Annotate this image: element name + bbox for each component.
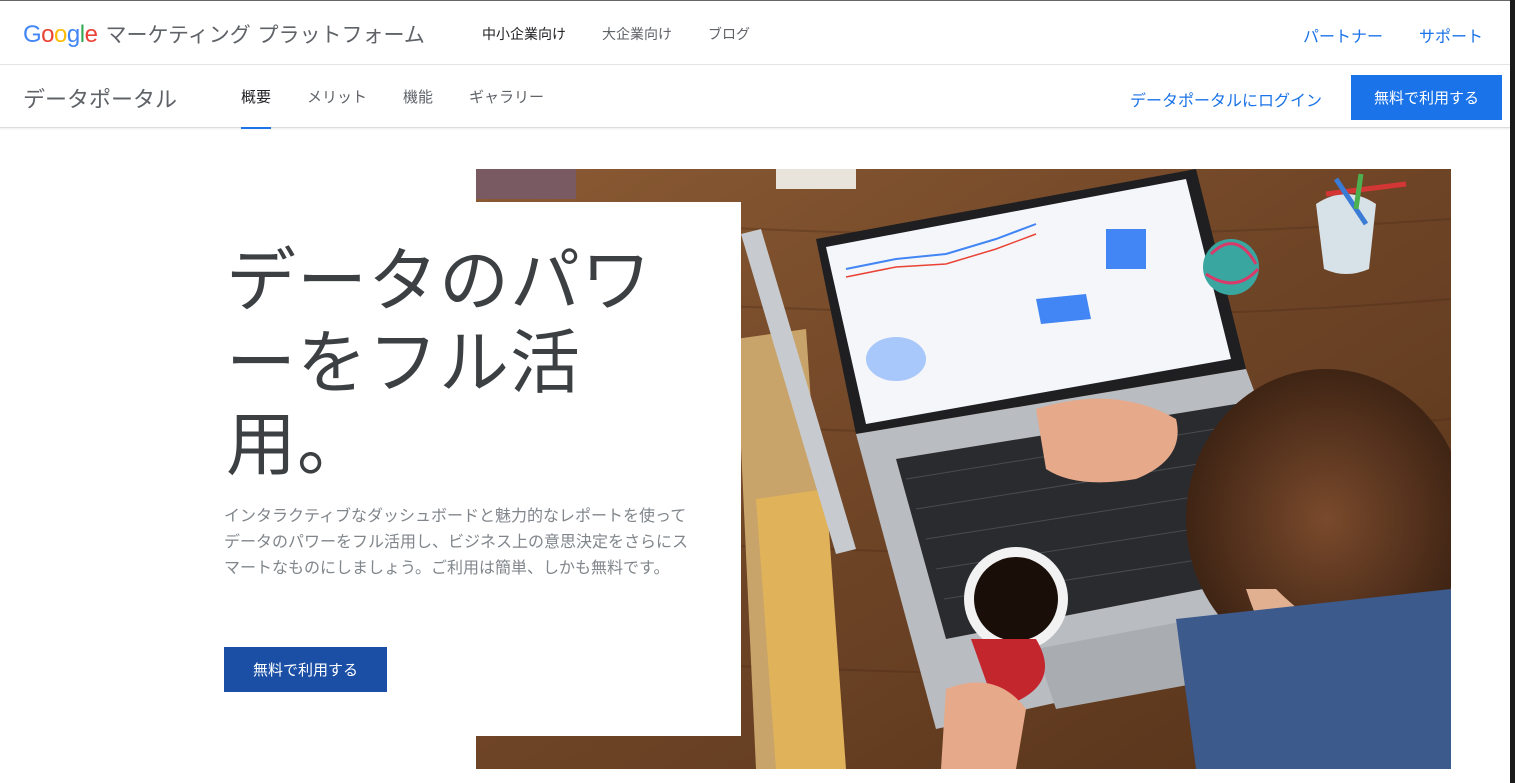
google-marketing-platform-logo[interactable]: Google マーケティング プラットフォーム	[23, 19, 425, 49]
hero-description: インタラクティブなダッシュボードと魅力的なレポートを使ってデータのパワーをフル活…	[224, 506, 689, 577]
tab-benefits[interactable]: メリット	[307, 66, 367, 128]
start-free-button[interactable]: 無料で利用する	[1351, 75, 1502, 120]
partners-link[interactable]: パートナー	[1303, 23, 1383, 47]
top-nav: 中小企業向け 大企業向け ブログ	[482, 24, 750, 44]
top-right-links: パートナー サポート	[1303, 23, 1483, 47]
product-name[interactable]: データポータル	[23, 82, 177, 114]
hero-start-free-button[interactable]: 無料で利用する	[224, 647, 387, 692]
tab-gallery[interactable]: ギャラリー	[469, 66, 544, 128]
tab-features[interactable]: 機能	[403, 66, 433, 128]
window-scroll-edge	[1510, 0, 1515, 783]
product-family-name: マーケティング プラットフォーム	[105, 23, 425, 47]
login-link[interactable]: データポータルにログイン	[1130, 87, 1322, 111]
support-link[interactable]: サポート	[1419, 23, 1483, 47]
product-header: データポータル 概要 メリット 機能 ギャラリー データポータルにログイン 無料…	[0, 66, 1510, 129]
hero-title: データのパワーをフル活用。	[226, 240, 652, 486]
top-nav-enterprise[interactable]: 大企業向け	[602, 24, 672, 44]
marketing-platform-header: Google マーケティング プラットフォーム 中小企業向け 大企業向け ブログ…	[0, 1, 1510, 65]
top-nav-small-business[interactable]: 中小企業向け	[482, 24, 566, 44]
tab-overview[interactable]: 概要	[241, 66, 272, 129]
product-tabs: 概要 メリット 機能 ギャラリー	[241, 66, 544, 129]
google-logo: Google	[23, 21, 98, 48]
top-nav-blog[interactable]: ブログ	[708, 24, 750, 44]
